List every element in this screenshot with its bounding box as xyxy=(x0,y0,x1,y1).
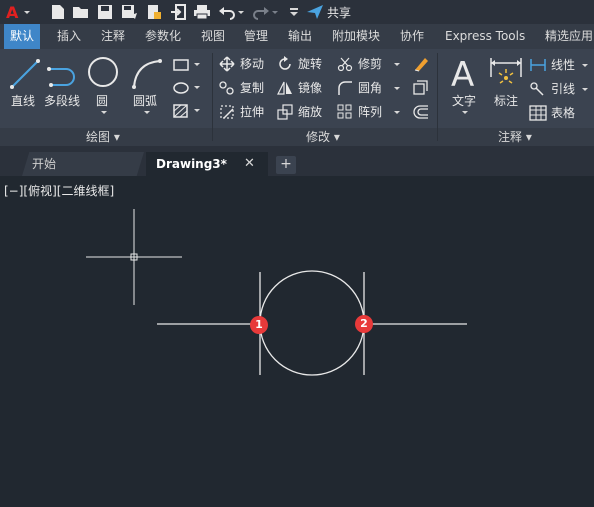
tab-view[interactable]: 视图 xyxy=(201,24,225,49)
scale-button[interactable]: 缩放 xyxy=(298,102,322,122)
tab-collaborate[interactable]: 协作 xyxy=(400,24,424,49)
step-marker-2: 2 xyxy=(355,315,373,333)
offset-icon[interactable] xyxy=(412,103,430,121)
arc-tool-label[interactable]: 圆弧 xyxy=(133,92,157,109)
hatch-icon[interactable] xyxy=(172,80,202,96)
array-button[interactable]: 阵列 xyxy=(358,102,382,122)
table-button[interactable]: 表格 xyxy=(551,103,575,123)
leader-icon[interactable] xyxy=(529,81,547,97)
tab-featured-apps[interactable]: 精选应用 xyxy=(545,24,593,49)
tab-insert[interactable]: 插入 xyxy=(57,24,81,49)
leader-button[interactable]: 引线 xyxy=(551,79,575,99)
tab-parametric[interactable]: 参数化 xyxy=(145,24,181,49)
arc-dropdown-icon[interactable] xyxy=(142,109,152,117)
leader-dropdown-icon[interactable] xyxy=(580,86,590,94)
tab-manage[interactable]: 管理 xyxy=(244,24,268,49)
fillet-button[interactable]: 圆角 xyxy=(358,78,382,98)
tab-annotate[interactable]: 注释 xyxy=(101,24,125,49)
dimension-tool-label[interactable]: 标注 xyxy=(494,92,518,109)
drawing-viewport[interactable]: [−][俯视][二维线框] 1 2 xyxy=(0,176,594,507)
panel-separator xyxy=(212,53,213,141)
copy-button[interactable]: 复制 xyxy=(240,78,264,98)
ribbon-panel: 直线 多段线 圆 圆弧 绘图 ▾ 移动 旋转 修剪 复制 镜像 圆角 拉伸 缩放 xyxy=(0,49,594,146)
linear-button[interactable]: 线性 xyxy=(551,55,575,75)
line-tool-label[interactable]: 直线 xyxy=(11,92,35,109)
trim-icon[interactable] xyxy=(337,56,353,72)
import-icon[interactable] xyxy=(170,3,188,21)
close-tab-button[interactable]: ✕ xyxy=(244,152,258,176)
drawn-circle[interactable] xyxy=(259,270,365,376)
array-icon[interactable] xyxy=(337,104,353,120)
undo-icon[interactable] xyxy=(218,3,236,21)
text-tool-label[interactable]: 文字 xyxy=(452,92,476,109)
rectangle-icon[interactable] xyxy=(172,57,202,73)
text-icon[interactable]: A xyxy=(448,55,480,91)
stretch-button[interactable]: 拉伸 xyxy=(240,102,264,122)
new-file-icon[interactable] xyxy=(49,3,67,21)
line-icon[interactable] xyxy=(8,57,42,91)
circle-icon[interactable] xyxy=(86,55,120,89)
undo-dropdown-icon[interactable] xyxy=(236,3,246,21)
polyline-icon[interactable] xyxy=(46,57,80,91)
fillet-dropdown-icon[interactable] xyxy=(392,85,402,93)
tab-output[interactable]: 输出 xyxy=(288,24,312,49)
linear-dropdown-icon[interactable] xyxy=(580,62,590,70)
mirror-icon[interactable] xyxy=(277,80,293,96)
rotate-icon[interactable] xyxy=(277,56,293,72)
move-button[interactable]: 移动 xyxy=(240,54,264,74)
tab-express-tools[interactable]: Express Tools xyxy=(445,24,525,49)
print-icon[interactable] xyxy=(193,3,211,21)
annotation-panel-title[interactable]: 注释 ▾ xyxy=(498,128,532,146)
arc-icon[interactable] xyxy=(130,57,164,91)
array-dropdown-icon[interactable] xyxy=(392,109,402,117)
move-icon[interactable] xyxy=(219,56,235,72)
open-folder-icon[interactable] xyxy=(72,3,90,21)
redo-dropdown-icon[interactable] xyxy=(270,3,280,21)
linear-dimension-icon[interactable] xyxy=(529,57,547,73)
drawing-canvas[interactable] xyxy=(0,176,594,507)
save-icon[interactable] xyxy=(96,3,114,21)
boundary-icon[interactable] xyxy=(172,103,202,119)
tab-default[interactable]: 默认 xyxy=(4,24,41,49)
new-tab-button[interactable]: + xyxy=(276,156,296,174)
fillet-icon[interactable] xyxy=(337,80,353,96)
start-tab[interactable]: 开始 xyxy=(22,152,144,176)
share-icon[interactable] xyxy=(306,3,324,21)
modify-panel-title[interactable]: 修改 ▾ xyxy=(306,128,340,146)
publish-icon[interactable] xyxy=(145,3,163,21)
mirror-button[interactable]: 镜像 xyxy=(298,78,322,98)
table-icon[interactable] xyxy=(529,105,547,121)
trim-dropdown-icon[interactable] xyxy=(392,61,402,69)
svg-text:A: A xyxy=(6,3,19,21)
scale-icon[interactable] xyxy=(277,104,293,120)
panel-separator xyxy=(437,53,438,141)
customize-toolbar-icon[interactable] xyxy=(288,3,300,21)
trim-button[interactable]: 修剪 xyxy=(358,54,382,74)
circle-dropdown-icon[interactable] xyxy=(99,109,109,117)
dimension-icon[interactable] xyxy=(488,55,524,91)
svg-text:A: A xyxy=(451,55,474,91)
step-marker-1: 1 xyxy=(250,316,268,334)
quick-access-toolbar: A 共享 xyxy=(0,0,594,24)
crosshair-cursor xyxy=(86,209,182,305)
tab-addins[interactable]: 附加模块 xyxy=(332,24,380,49)
save-as-icon[interactable] xyxy=(120,3,138,21)
text-dropdown-icon[interactable] xyxy=(460,109,470,117)
copy-icon[interactable] xyxy=(219,80,235,96)
redo-icon[interactable] xyxy=(252,3,270,21)
explode-icon[interactable] xyxy=(412,79,430,97)
app-menu-chevron-icon[interactable] xyxy=(22,3,32,21)
document-tab-bar: 开始 Drawing3* ✕ + xyxy=(0,146,594,176)
rotate-button[interactable]: 旋转 xyxy=(298,54,322,74)
draw-panel-title[interactable]: 绘图 ▾ xyxy=(86,128,120,146)
stretch-icon[interactable] xyxy=(219,104,235,120)
share-button[interactable]: 共享 xyxy=(327,4,351,21)
ribbon-tab-bar: 默认 插入 注释 参数化 视图 管理 输出 附加模块 协作 Express To… xyxy=(0,24,594,49)
autocad-logo-icon[interactable]: A xyxy=(4,3,22,21)
circle-tool-label[interactable]: 圆 xyxy=(96,92,108,109)
polyline-tool-label[interactable]: 多段线 xyxy=(44,92,80,109)
erase-icon[interactable] xyxy=(412,55,430,73)
